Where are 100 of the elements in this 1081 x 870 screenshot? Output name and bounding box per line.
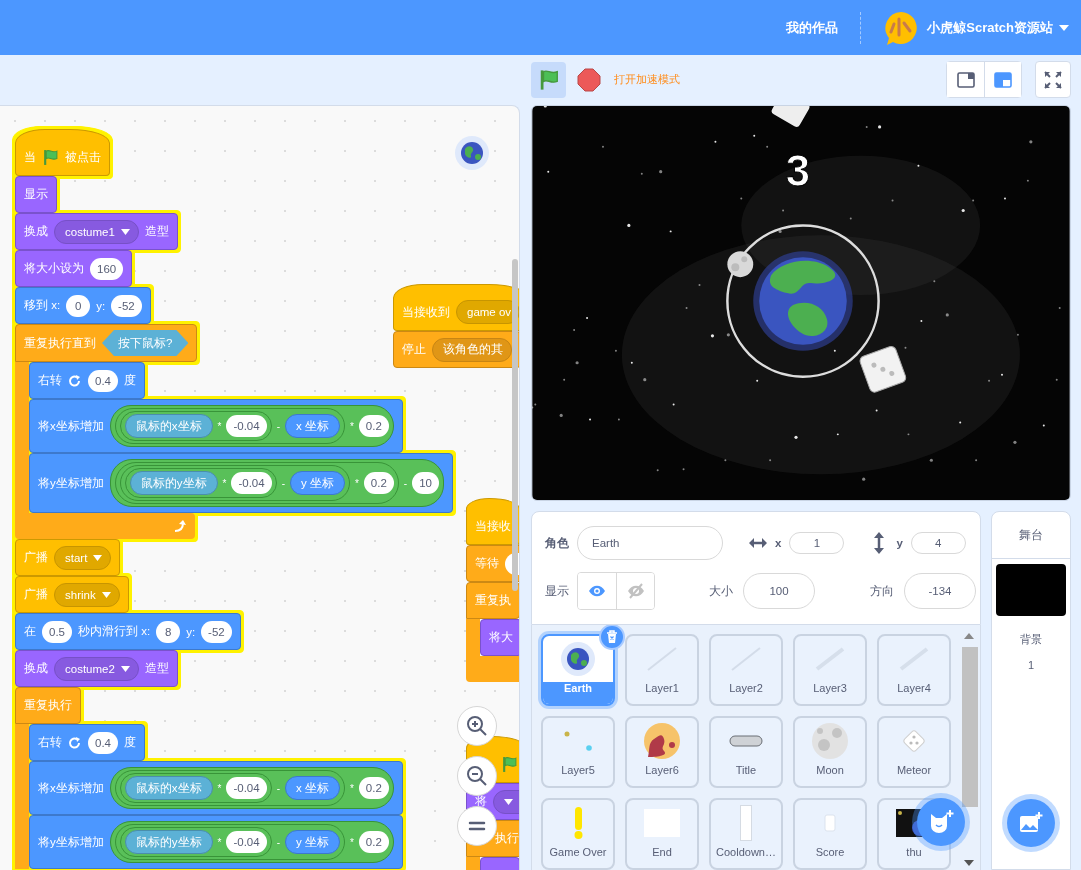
operator-block[interactable]: 鼠标的y坐标 * -0.04 - y 坐标 * 0.2: [114, 462, 399, 504]
sprite-tile[interactable]: Layer6: [625, 716, 699, 788]
block-label: 将y坐标增加: [38, 834, 104, 850]
number-input[interactable]: 0.2: [358, 831, 389, 853]
number-input[interactable]: 160: [90, 257, 124, 280]
code-block[interactable]: 将y坐标增加 鼠标的y坐标 * -0.04 - y 坐标 * 0.2 - 10: [29, 453, 453, 513]
sprite-tile[interactable]: Meteor: [877, 716, 951, 788]
sprite-tile[interactable]: Layer2: [709, 634, 783, 706]
code-block[interactable]: 将大小设为 160: [15, 250, 133, 287]
operator-block[interactable]: 鼠标的y坐标 * -0.04: [119, 827, 272, 857]
operator-block[interactable]: 鼠标的y坐标 * -0.04 - y 坐标 * 0.2 - 10: [109, 459, 444, 507]
sprite-tile[interactable]: Layer5: [541, 716, 615, 788]
code-block[interactable]: 右转 0.4 度: [29, 362, 145, 399]
block-label: 停止: [402, 342, 426, 357]
code-block[interactable]: 将y坐标增加 鼠标的y坐标 * -0.04 - y 坐标 * 0.2: [29, 815, 403, 869]
block-label: 移到 x:: [24, 298, 61, 313]
sprite-tile[interactable]: Game Over: [541, 798, 615, 870]
number-input[interactable]: -0.04: [226, 831, 267, 853]
y-field[interactable]: 4: [910, 532, 966, 554]
number-input[interactable]: 0: [66, 294, 91, 317]
operator-block[interactable]: 鼠标的y坐标 * -0.04 - y 坐标: [114, 824, 345, 860]
code-block[interactable]: 显示: [15, 176, 57, 213]
sprite-label: 角色: [545, 535, 569, 551]
code-block[interactable]: 将x坐标增加 鼠标的x坐标 * -0.04 - x 坐标 * 0.2: [29, 399, 403, 453]
show-label: 显示: [545, 583, 569, 599]
block-label: 度: [124, 373, 136, 388]
operator-block[interactable]: 鼠标的x坐标 * -0.04 - x 坐标: [114, 770, 345, 806]
operator-block[interactable]: 鼠标的x坐标 * -0.04 - x 坐标 * 0.2: [109, 405, 394, 447]
number-input[interactable]: 0.2: [358, 777, 389, 799]
number-input[interactable]: 0.2: [358, 415, 389, 437]
operator-block[interactable]: 鼠标的x坐标 * -0.04: [119, 411, 272, 441]
operator-symbol: -: [281, 477, 285, 489]
block-label: 重复执: [475, 593, 511, 608]
block-label: 换成: [24, 661, 48, 676]
sprite-tile[interactable]: Score: [793, 798, 867, 870]
number-input[interactable]: 0.5: [42, 620, 72, 643]
code-block[interactable]: 移到 x: 0 y: -52: [15, 287, 151, 324]
block-label: 造型: [144, 224, 169, 239]
x-label: x: [775, 537, 782, 549]
direction-field[interactable]: -134: [904, 573, 976, 609]
number-input[interactable]: -52: [111, 294, 142, 317]
operator-block[interactable]: 鼠标的x坐标 * -0.04 - x 坐标: [114, 408, 345, 444]
stage-title: 舞台: [992, 512, 1070, 559]
sprite-tile[interactable]: Layer3: [793, 634, 867, 706]
block-label: 将大: [489, 630, 513, 645]
number-input[interactable]: -52: [201, 620, 232, 643]
block-label: 度: [124, 735, 136, 750]
number-input[interactable]: 0.2: [363, 472, 394, 494]
block-label: 显示: [24, 187, 48, 202]
code-block[interactable]: 将大: [480, 619, 519, 656]
operator-symbol: *: [349, 420, 354, 432]
sprite-tile[interactable]: Moon: [793, 716, 867, 788]
block-label: 当接收: [475, 518, 511, 534]
block-label: 当接收到: [402, 304, 450, 320]
number-input[interactable]: 8: [156, 620, 181, 643]
block-label: 重复执行: [24, 698, 72, 713]
sprite-tile[interactable]: Title: [709, 716, 783, 788]
code-block[interactable]: 将x坐标增加 鼠标的x坐标 * -0.04 - x 坐标 * 0.2: [29, 761, 403, 815]
code-block[interactable]: 换成 costume1 造型: [15, 213, 178, 250]
block-label: 将x坐标增加: [38, 780, 104, 796]
size-field[interactable]: 100: [743, 573, 815, 609]
operator-block[interactable]: 鼠标的y坐标 * -0.04 - y 坐标 * 0.2: [109, 821, 394, 863]
block-label: 将y坐标增加: [38, 475, 104, 491]
code-block[interactable]: 在 0.5 秒内滑行到 x: 8 y: -52: [15, 613, 241, 650]
block-label: 秒内滑行到 x:: [78, 624, 151, 639]
number-input[interactable]: 10: [412, 472, 439, 494]
operator-symbol: *: [217, 782, 222, 794]
code-block[interactable]: 右转 0.4 度: [29, 724, 145, 761]
operator-symbol: -: [276, 836, 280, 848]
sprite-tile[interactable]: Layer4: [877, 634, 951, 706]
code-block[interactable]: 换成 costume2 造型: [15, 650, 178, 687]
number-input[interactable]: -0.04: [226, 415, 267, 437]
operator-symbol: -: [276, 420, 280, 432]
number-input[interactable]: -0.04: [231, 472, 272, 494]
number-input[interactable]: 0.4: [88, 731, 118, 754]
block-label: 重复执行直到: [24, 335, 96, 351]
number-input[interactable]: 0.4: [88, 369, 118, 392]
operator-block[interactable]: 鼠标的x坐标 * -0.04 - x 坐标 * 0.2: [109, 767, 394, 809]
dropdown-menu[interactable]: costume1: [54, 219, 139, 244]
operator-block[interactable]: 鼠标的x坐标 * -0.04: [119, 773, 272, 803]
backdrops-label: 背景: [1020, 632, 1042, 647]
operator-block[interactable]: 鼠标的y坐标 * -0.04: [124, 468, 277, 498]
operator-symbol: -: [276, 782, 280, 794]
backdrop-count: 1: [1027, 659, 1035, 671]
x-field[interactable]: 1: [789, 532, 845, 554]
dropdown-menu[interactable]: costume2: [54, 656, 139, 681]
sprite-tile[interactable]: Cooldown…: [709, 798, 783, 870]
block-label: 造型: [144, 661, 169, 676]
operator-symbol: *: [349, 782, 354, 794]
operator-symbol: *: [217, 420, 222, 432]
size-label: 大小: [709, 583, 733, 599]
sprite-tile[interactable]: Layer1: [625, 634, 699, 706]
operator-symbol: -: [403, 477, 408, 489]
sprite-name-field[interactable]: Earth: [577, 526, 723, 560]
operator-block[interactable]: 鼠标的y坐标 * -0.04 - y 坐标: [119, 465, 350, 501]
stage[interactable]: 3: [531, 104, 1071, 501]
number-input[interactable]: -0.04: [226, 777, 267, 799]
block-label: 当: [24, 149, 36, 165]
sprite-tile[interactable]: End: [625, 798, 699, 870]
operator-symbol: *: [222, 477, 227, 489]
